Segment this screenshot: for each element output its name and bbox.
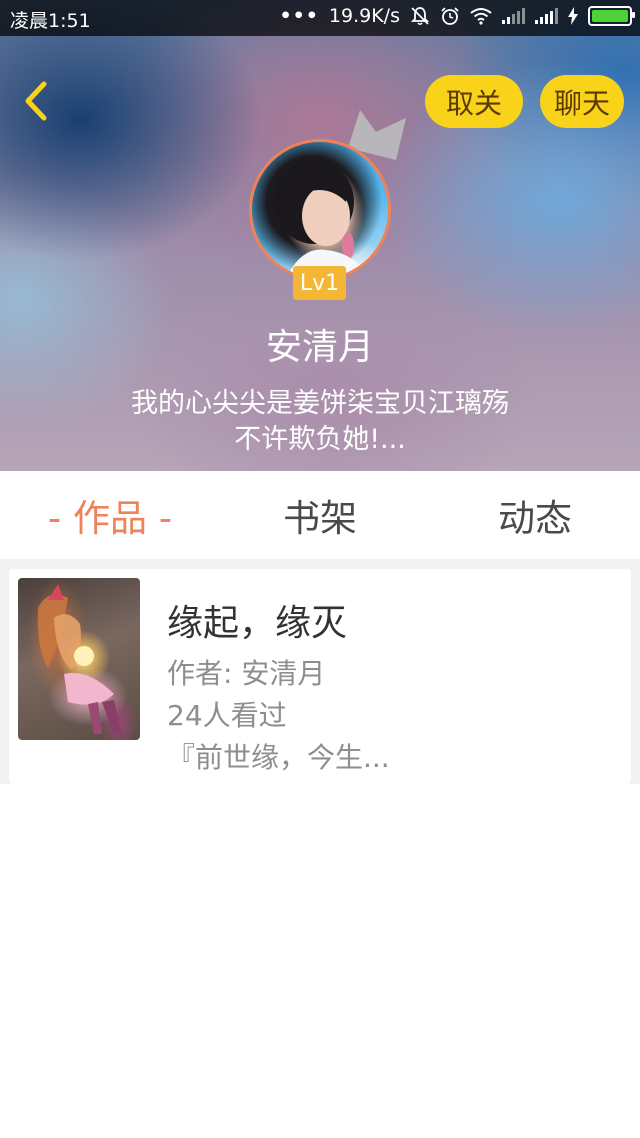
mute-bell-icon xyxy=(410,7,430,26)
level-badge: Lv1 xyxy=(293,266,346,300)
book-excerpt: 『前世缘，今生... xyxy=(167,741,390,774)
book-views: 24人看过 xyxy=(167,699,287,732)
net-speed: 19.9K/s xyxy=(328,5,400,27)
status-time: 凌晨1:51 xyxy=(10,10,91,32)
battery-icon xyxy=(588,6,635,26)
book-title: 缘起，缘灭 xyxy=(167,603,348,644)
avatar[interactable] xyxy=(249,139,391,281)
chat-button[interactable]: 聊天 xyxy=(540,75,624,128)
works-list: 缘起，缘灭 作者: 安清月 24人看过 『前世缘，今生... xyxy=(0,559,640,784)
user-bio: 我的心尖尖是姜饼柒宝贝江璃殇 不许欺负她!... xyxy=(131,388,509,455)
tab-bookshelf[interactable]: 书架 xyxy=(240,471,400,559)
tab-works[interactable]: - 作品 - xyxy=(20,471,200,559)
status-icons: ••• 19.9K/s xyxy=(279,5,635,27)
battery-fill xyxy=(592,10,628,22)
chevron-left-icon xyxy=(25,81,47,121)
back-button[interactable] xyxy=(18,78,58,124)
more-dots-icon: ••• xyxy=(279,5,319,27)
list-item[interactable]: 缘起，缘灭 作者: 安清月 24人看过 『前世缘，今生... xyxy=(9,569,631,784)
profile-header: 凌晨1:51 ••• 19.9K/s 取关 聊天 Lv1 安清月 我的心尖尖是姜… xyxy=(0,0,640,471)
status-bar: 凌晨1:51 ••• 19.9K/s xyxy=(0,0,640,36)
signal-1-icon xyxy=(502,8,525,24)
book-cover xyxy=(18,578,140,740)
avatar-portrait xyxy=(274,160,372,278)
wifi-icon xyxy=(470,8,492,25)
username: 安清月 xyxy=(265,327,374,368)
avatar-image xyxy=(249,139,391,281)
unfollow-button[interactable]: 取关 xyxy=(425,75,523,128)
charging-icon xyxy=(568,7,578,25)
profile-screen: 凌晨1:51 ••• 19.9K/s 取关 聊天 Lv1 安清月 我的心尖尖是姜… xyxy=(0,0,640,1138)
cover-illustration xyxy=(37,584,122,734)
book-author: 作者: 安清月 xyxy=(167,657,326,690)
tab-activity[interactable]: 动态 xyxy=(455,471,615,559)
alarm-icon xyxy=(441,7,459,25)
signal-2-icon xyxy=(535,8,558,24)
profile-tabs: - 作品 - 书架 动态 xyxy=(0,471,640,559)
